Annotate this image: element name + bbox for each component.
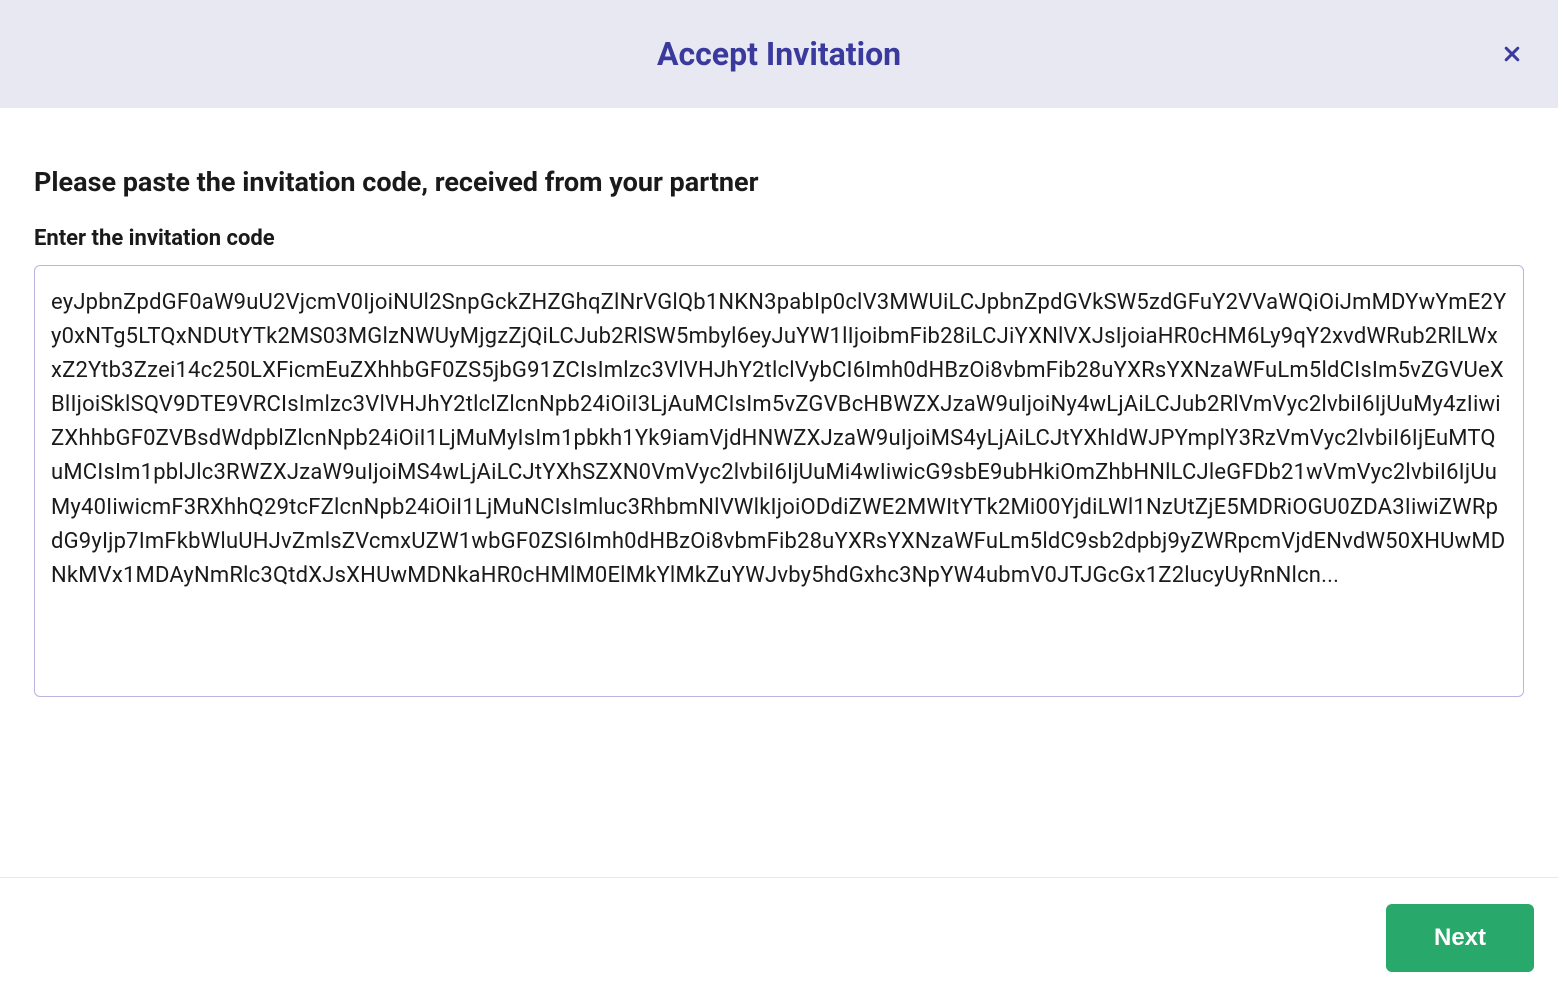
dialog-title: Accept Invitation <box>657 35 901 73</box>
dialog-content: Please paste the invitation code, receiv… <box>0 108 1558 877</box>
invitation-code-value: eyJpbnZpdGF0aW9uU2VjcmV0IjoiNUl2SnpGckZH… <box>51 286 1507 593</box>
close-icon[interactable] <box>1500 42 1524 66</box>
dialog-footer: Next <box>0 877 1558 998</box>
field-label: Enter the invitation code <box>34 226 1524 251</box>
invitation-code-input[interactable]: eyJpbnZpdGF0aW9uU2VjcmV0IjoiNUl2SnpGckZH… <box>34 265 1524 697</box>
next-button[interactable]: Next <box>1386 904 1534 972</box>
instruction-text: Please paste the invitation code, receiv… <box>34 166 1524 198</box>
dialog-header: Accept Invitation <box>0 0 1558 108</box>
